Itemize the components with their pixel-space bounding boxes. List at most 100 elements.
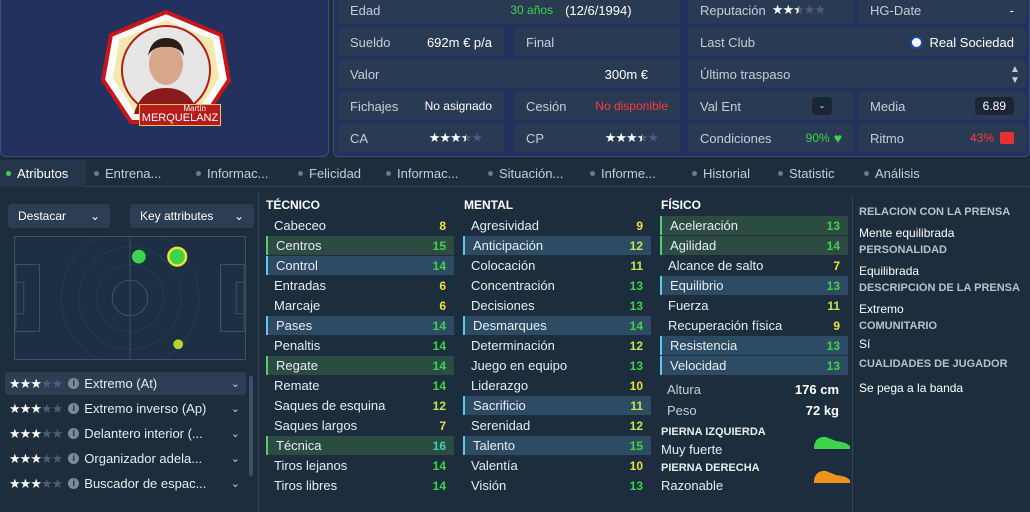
- attribute-row[interactable]: Agilidad 14: [660, 236, 848, 255]
- attribute-value: 13: [629, 278, 643, 293]
- attribute-row[interactable]: Colocación 11: [463, 256, 651, 275]
- attribute-row[interactable]: Remate 14: [266, 376, 454, 395]
- condition-value: 90%: [805, 131, 830, 145]
- attribute-value: 15: [629, 438, 643, 453]
- info-icon[interactable]: i: [68, 378, 80, 389]
- attribute-row[interactable]: Visión 13: [463, 476, 651, 495]
- attribute-row[interactable]: Entradas 6: [266, 276, 454, 295]
- info-icon[interactable]: i: [68, 478, 80, 489]
- attribute-row[interactable]: Recuperación física 9: [660, 316, 848, 335]
- roles-scrollbar[interactable]: [249, 376, 253, 476]
- wage-value: 692m € p/a: [426, 34, 492, 50]
- attribute-name: Entradas: [274, 278, 327, 293]
- role-stars: ★★★★★: [9, 450, 63, 467]
- attribute-row[interactable]: Concentración 13: [463, 276, 651, 295]
- tab-dot-icon: [864, 171, 869, 176]
- chevron-down-icon[interactable]: ⌄: [231, 377, 240, 390]
- attribute-row[interactable]: Anticipación 12: [463, 236, 651, 255]
- attribute-row[interactable]: Equilibrio 13: [660, 276, 848, 295]
- attribute-row[interactable]: Tiros libres 14: [266, 476, 454, 495]
- tab-8[interactable]: Statistic: [770, 160, 856, 187]
- chevron-down-icon[interactable]: ⌄: [231, 427, 240, 440]
- valent-value: -: [812, 97, 832, 115]
- attribute-row[interactable]: Pases 14: [266, 316, 454, 335]
- attribute-row[interactable]: Determinación 12: [463, 336, 651, 355]
- reputation-label: Reputación: [700, 2, 766, 18]
- tab-2[interactable]: Informac...: [188, 160, 290, 187]
- chevron-down-icon[interactable]: ⌄: [231, 402, 240, 415]
- attribute-row[interactable]: Control 14: [266, 256, 454, 275]
- role-item[interactable]: ★★★★★ i Delantero interior (... ⌄: [5, 422, 246, 445]
- reputation-stars: ★★★★★: [772, 2, 826, 18]
- tab-dot-icon: [778, 171, 783, 176]
- wage-row: Sueldo 692m € p/a: [338, 28, 504, 56]
- attribute-name: Colocación: [471, 258, 536, 273]
- attribute-row[interactable]: Resistencia 13: [660, 336, 848, 355]
- attribute-row[interactable]: Agresividad 9: [463, 216, 651, 235]
- tab-0[interactable]: Atributos: [0, 160, 86, 187]
- attribute-row[interactable]: Centros 15: [266, 236, 454, 255]
- tab-6[interactable]: Informe...: [582, 160, 684, 187]
- attribute-value: 9: [833, 318, 840, 333]
- press-description-label: DESCRIPCIÓN DE LA PRENSA: [859, 282, 1020, 294]
- tab-9[interactable]: Análisis: [856, 160, 936, 187]
- role-label: Buscador de espac...: [84, 476, 207, 491]
- attribute-row[interactable]: Sacrificio 11: [463, 396, 651, 415]
- attribute-row[interactable]: Velocidad 13: [660, 356, 848, 375]
- attribute-row[interactable]: Penaltis 14: [266, 336, 454, 355]
- attribute-row[interactable]: Saques largos 7: [266, 416, 454, 435]
- attribute-row[interactable]: Técnica 16: [266, 436, 454, 455]
- role-item[interactable]: ★★★★★ i Extremo inverso (Ap) ⌄: [5, 397, 246, 420]
- attribute-row[interactable]: Alcance de salto 7: [660, 256, 848, 275]
- role-item[interactable]: ★★★★★ i Extremo (At) ⌄: [5, 372, 246, 395]
- star-full-icon: ★: [30, 450, 42, 466]
- info-icon[interactable]: i: [68, 428, 80, 439]
- star-half-icon: ★: [460, 130, 473, 145]
- attribute-name: Decisiones: [471, 298, 535, 313]
- attribute-row[interactable]: Marcaje 6: [266, 296, 454, 315]
- press-description-value: Extremo: [859, 302, 904, 316]
- loan-value: No disponible: [595, 99, 668, 113]
- star-full-icon: ★: [9, 425, 21, 441]
- position-marker-minor: [173, 339, 184, 350]
- attribute-row[interactable]: Fuerza 11: [660, 296, 848, 315]
- ca-row: CA ★★★★★: [338, 124, 504, 152]
- attribute-row[interactable]: Cabeceo 8: [266, 216, 454, 235]
- role-item[interactable]: ★★★★★ i Buscador de espac... ⌄: [5, 472, 246, 495]
- key-attributes-dropdown[interactable]: Key attributes ⌄: [130, 204, 254, 228]
- role-label: Extremo (At): [84, 376, 158, 391]
- attribute-row[interactable]: Desmarques 14: [463, 316, 651, 335]
- info-icon[interactable]: i: [68, 453, 80, 464]
- right-boot-icon: [814, 470, 850, 483]
- tab-3[interactable]: Felicidad: [290, 160, 378, 187]
- tab-1[interactable]: Entrena...: [86, 160, 188, 187]
- attribute-row[interactable]: Liderazgo 10: [463, 376, 651, 395]
- chevron-down-icon[interactable]: ⌄: [231, 452, 240, 465]
- transfer-label: Fichajes: [350, 98, 399, 114]
- attribute-row[interactable]: Tiros lejanos 14: [266, 456, 454, 475]
- role-item[interactable]: ★★★★★ i Organizador adela... ⌄: [5, 447, 246, 470]
- attribute-name: Agilidad: [670, 238, 717, 253]
- attribute-row[interactable]: Saques de esquina 12: [266, 396, 454, 415]
- attribute-row[interactable]: Decisiones 13: [463, 296, 651, 315]
- last-club[interactable]: Real Sociedad: [910, 35, 1014, 50]
- attribute-row[interactable]: Juego en equipo 13: [463, 356, 651, 375]
- chevron-down-icon[interactable]: ⌄: [231, 477, 240, 490]
- attribute-row[interactable]: Regate 14: [266, 356, 454, 375]
- attribute-row[interactable]: Valentía 10: [463, 456, 651, 475]
- tab-label: Felicidad: [309, 166, 362, 181]
- tab-4[interactable]: Informac...: [378, 160, 480, 187]
- tab-5[interactable]: Situación...: [480, 160, 582, 187]
- hg-row: HG-Date -: [858, 0, 1026, 24]
- highlight-dropdown[interactable]: Destacar ⌄: [8, 204, 110, 228]
- age-label: Edad: [350, 2, 381, 18]
- attribute-name: Marcaje: [274, 298, 321, 313]
- scroll-arrow-icon[interactable]: ▲ ▼: [1010, 64, 1020, 86]
- loan-row: Cesión No disponible: [514, 92, 680, 120]
- attribute-row[interactable]: Aceleración 13: [660, 216, 848, 235]
- attribute-row[interactable]: Talento 15: [463, 436, 651, 455]
- info-icon[interactable]: i: [68, 403, 80, 414]
- attribute-row[interactable]: Serenidad 12: [463, 416, 651, 435]
- attribute-value: 13: [629, 358, 643, 373]
- tab-7[interactable]: Historial: [684, 160, 770, 187]
